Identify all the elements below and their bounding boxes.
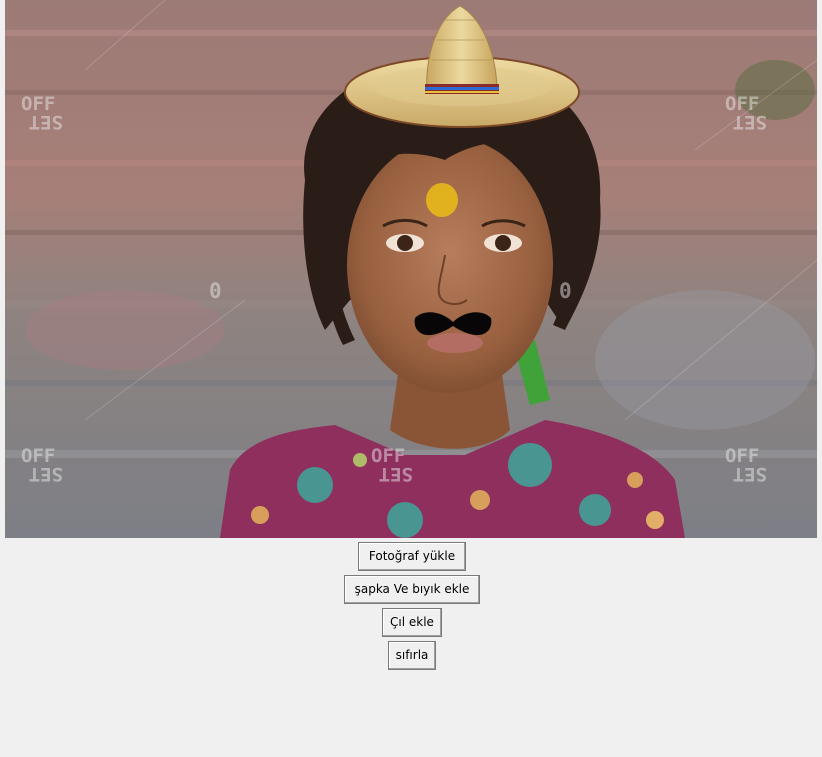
watermark-text: SET bbox=[733, 463, 767, 485]
watermark-text: 0 bbox=[209, 279, 222, 303]
watermark-text: SET bbox=[733, 111, 767, 133]
add-hat-mustache-button[interactable]: şapka Ve bıyık ekle bbox=[344, 575, 480, 604]
add-freckles-button[interactable]: Çıl ekle bbox=[382, 608, 442, 637]
watermark-text: 0 bbox=[559, 279, 572, 303]
upload-photo-button[interactable]: Fotoğraf yükle bbox=[358, 542, 466, 571]
app-window: OFF SET OFF SET 0 0 OFF SET OFF SET OFF … bbox=[0, 0, 822, 757]
watermark-text: SET bbox=[29, 463, 63, 485]
photo-illustration: OFF SET OFF SET 0 0 OFF SET OFF SET OFF … bbox=[5, 0, 817, 538]
watermark-text: SET bbox=[379, 463, 413, 485]
reset-button[interactable]: sıfırla bbox=[388, 641, 436, 670]
photo-canvas[interactable]: OFF SET OFF SET 0 0 OFF SET OFF SET OFF … bbox=[5, 0, 817, 538]
watermark-text: SET bbox=[29, 111, 63, 133]
face bbox=[347, 137, 553, 393]
